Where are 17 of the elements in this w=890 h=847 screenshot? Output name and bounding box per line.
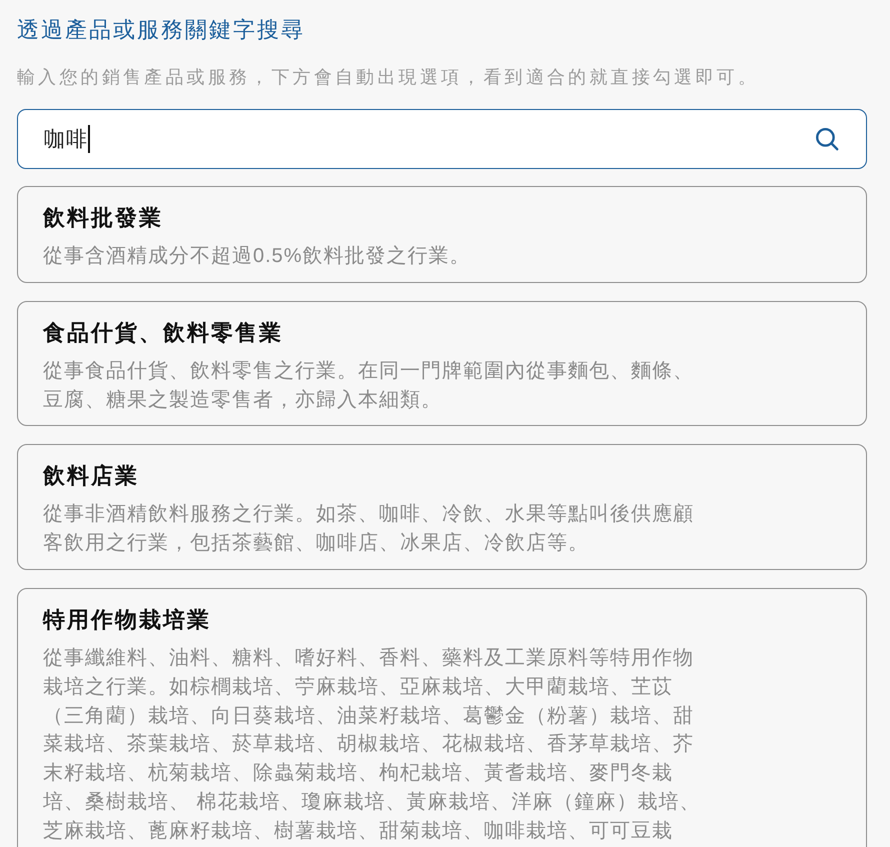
result-card[interactable]: 飲料批發業 從事含酒精成分不超過0.5%飲料批發之行業。	[17, 186, 867, 283]
card-title: 飲料批發業	[43, 204, 164, 232]
card-description: 從事含酒精成分不超過0.5%飲料批發之行業。	[43, 244, 472, 269]
search-field[interactable]: 咖啡	[17, 109, 867, 169]
card-title: 飲料店業	[43, 462, 140, 490]
card-title: 特用作物栽培業	[43, 606, 212, 634]
card-title: 食品什貨、飲料零售業	[43, 318, 284, 347]
search-icon[interactable]	[815, 127, 839, 151]
text-cursor-icon	[88, 125, 90, 153]
result-card[interactable]: 飲料店業 從事非酒精飲料服務之行業。如茶、咖啡、冷飲、水果等點叫後供應顧客飲用之行業，包括茶藝館、咖啡店、冰果店、冷飲店等。	[17, 444, 867, 570]
card-description: 從事食品什貨、飲料零售之行業。在同一門牌範圍內從事麵包、麵條、豆腐、糖果之製造零售者，亦歸入本細類。	[43, 358, 695, 413]
result-card[interactable]	[17, 588, 867, 847]
section-title: 透過產品或服務關鍵字搜尋	[17, 16, 306, 44]
result-card[interactable]: 食品什貨、飲料零售業 從事食品什貨、飲料零售之行業。在同一門牌範圍內從事麵包、麵條、豆腐、糖果之製造零售者，亦歸入本細類。	[17, 300, 867, 426]
card-description: 從事纖維料、油料、糖料、嗜好料、香料、藥料及工業原料等特用作物栽培之行業。如棕櫚栽培、苧麻栽培、亞麻栽培、大甲藺栽培、芏苡（三角藺）栽培、向日葵栽培、油菜籽栽培、葛鬱金（粉薯）栽培、甜菜栽培、茶葉栽培、菸草栽培、胡椒栽培、花椒栽培、香茅草栽培、芥末籽栽培、杭菊栽培、除蟲菊栽培、枸杞栽培、黃耆栽培、麥門冬栽培、桑樹栽培、 棉花栽培、瓊麻栽培、黃麻栽培、洋麻（鐘麻）栽培、芝麻栽培、蓖麻籽栽培、樹薯栽培、甜菊栽培、咖啡栽培、可可豆栽	[43, 646, 702, 844]
instruction-text: 輸入您的銷售產品或服務，下方會自動出現選項，看到適合的就直接勾選即可。	[17, 66, 760, 89]
card-description: 從事非酒精飲料服務之行業。如茶、咖啡、冷飲、水果等點叫後供應顧客飲用之行業，包括茶藝館、咖啡店、冰果店、冷飲店等。	[43, 502, 695, 556]
